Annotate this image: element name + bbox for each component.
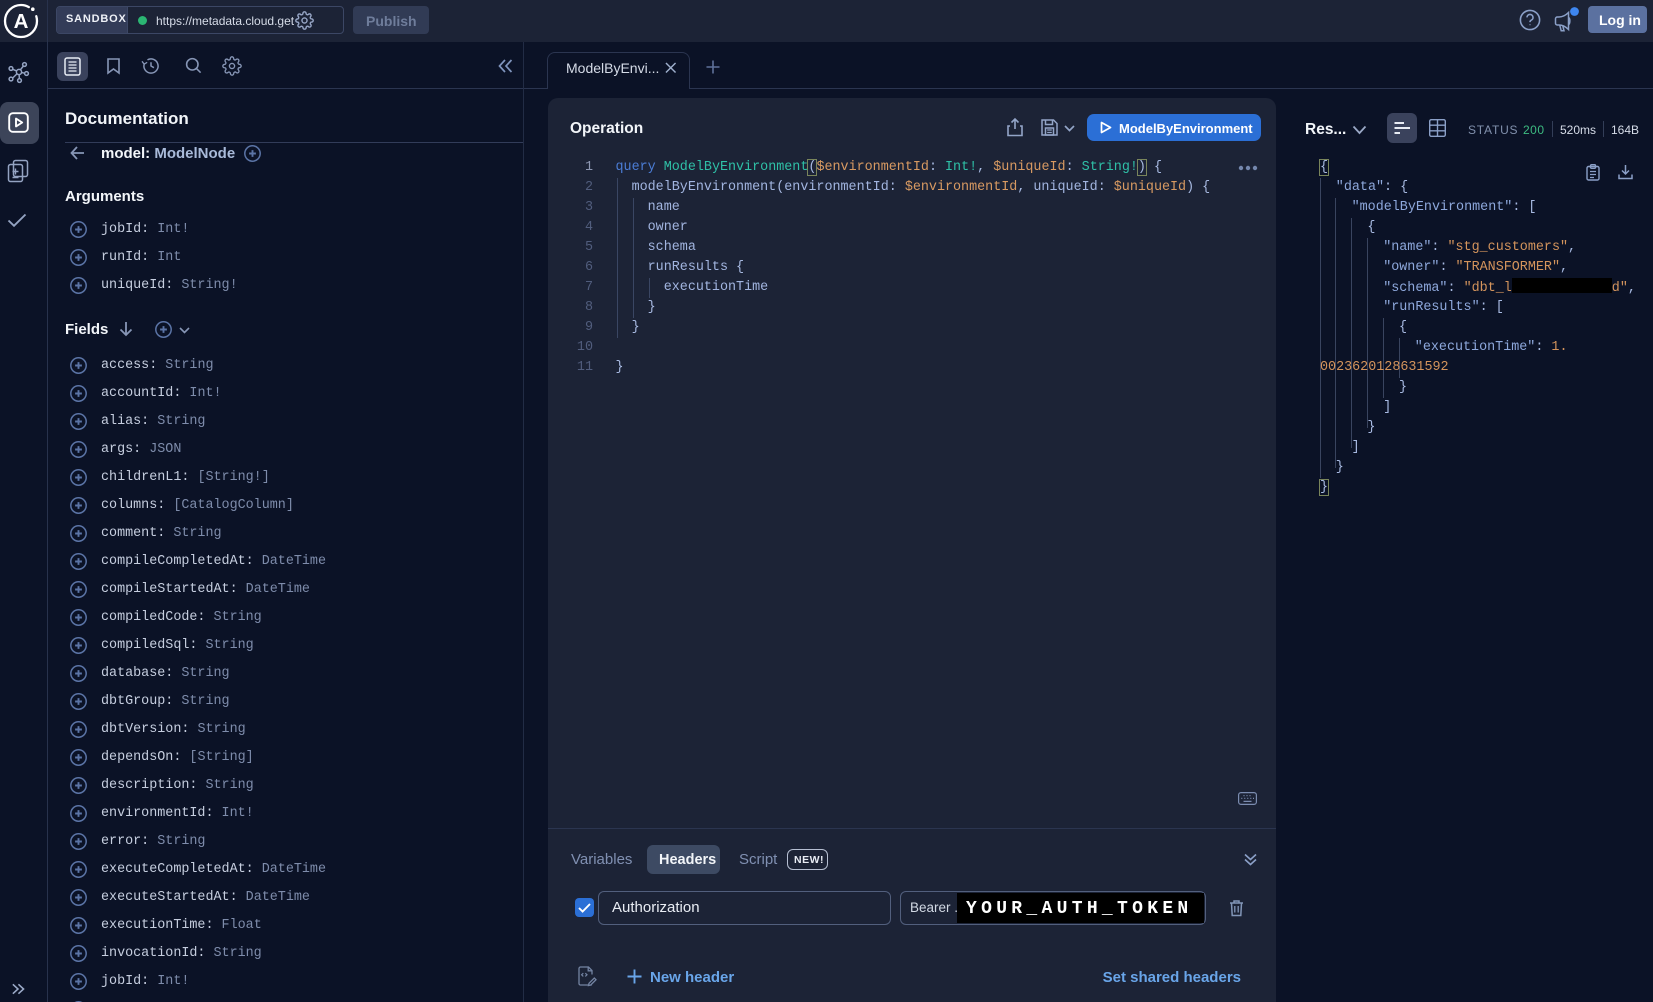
svg-text:A: A (14, 10, 29, 33)
